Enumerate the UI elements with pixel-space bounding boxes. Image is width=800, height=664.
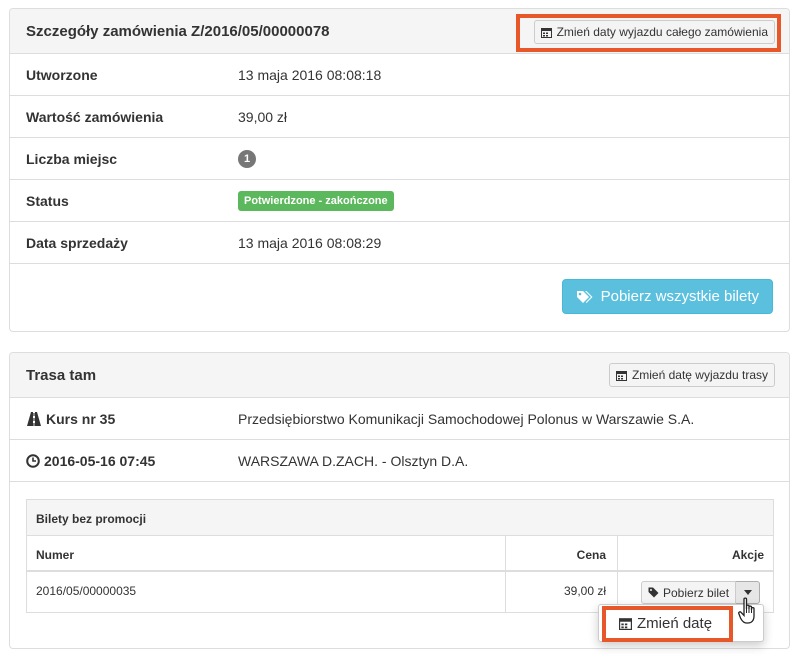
row-seats: Liczba miejsc 1 [10, 138, 789, 180]
seats-badge: 1 [238, 150, 256, 168]
change-route-date-label: Zmień datę wyjazdu trasy [631, 368, 768, 382]
column-number: Numer [36, 548, 75, 562]
status-label: Status [26, 192, 69, 209]
created-value: 13 maja 2016 08:08:18 [238, 66, 382, 83]
row-order-value: Wartość zamówienia 39,00 zł [10, 96, 789, 138]
download-all-tickets-label: Pobierz wszystkie bilety [600, 288, 759, 305]
row-created: Utworzone 13 maja 2016 08:08:18 [10, 54, 789, 96]
download-ticket-label: Pobierz bilet [663, 585, 730, 600]
hand-pointer-icon [738, 597, 760, 628]
ticket-price: 39,00 zł [563, 584, 606, 598]
tickets-table-header: Numer Cena Akcje [27, 536, 773, 572]
course-label: Kurs nr 35 [46, 411, 116, 427]
change-date-label: Zmień datę [637, 615, 713, 632]
seats-label: Liczba miejsc [26, 150, 118, 167]
ticket-number: 2016/05/00000035 [36, 584, 137, 598]
road-icon [27, 412, 41, 426]
datetime-row: 2016-05-16 07:45 WARSZAWA D.ZACH. - Olsz… [10, 440, 789, 482]
course-row: Kurs nr 35 Przedsiębiorstwo Komunikacji … [10, 398, 789, 440]
datetime-label: 2016-05-16 07:45 [44, 453, 156, 469]
tickets-panel: Bilety bez promocji Numer Cena Akcje 201… [26, 499, 774, 613]
sale-date-value: 13 maja 2016 08:08:29 [238, 234, 382, 251]
order-details-heading: Szczegóły zamówienia Z/2016/05/00000078 … [10, 9, 789, 54]
order-footer: Pobierz wszystkie bilety [10, 264, 789, 331]
change-all-dates-label: Zmień daty wyjazdu całego zamówienia [556, 25, 768, 39]
tickets-heading: Bilety bez promocji [27, 500, 773, 536]
route-heading: Trasa tam Zmień datę wyjazdu trasy [10, 353, 789, 398]
column-price: Cena [576, 548, 606, 562]
change-date-menu-item[interactable]: Zmień datę [619, 615, 712, 632]
sale-date-label: Data sprzedaży [26, 234, 128, 251]
caret-down-icon [743, 590, 752, 595]
download-all-tickets-button[interactable]: Pobierz wszystkie bilety [561, 279, 773, 314]
created-label: Utworzone [26, 66, 98, 83]
order-value-value: 39,00 zł [238, 108, 288, 125]
change-all-dates-button[interactable]: Zmień daty wyjazdu całego zamówienia [533, 20, 775, 44]
tag-icon [648, 587, 659, 598]
order-value-label: Wartość zamówienia [26, 108, 164, 125]
status-badge: Potwierdzone - zakończone [238, 190, 394, 211]
download-ticket-button[interactable]: Pobierz bilet [641, 581, 737, 604]
calendar-icon [540, 27, 552, 38]
change-route-date-button[interactable]: Zmień datę wyjazdu trasy [608, 363, 775, 387]
row-status: Status Potwierdzone - zakończone [10, 180, 789, 222]
clock-icon [26, 454, 40, 468]
calendar-icon [619, 618, 632, 630]
route-title: Trasa tam [26, 367, 97, 384]
course-value: Przedsiębiorstwo Komunikacji Samochodowe… [238, 411, 695, 427]
order-details-panel: Szczegóły zamówienia Z/2016/05/00000078 … [9, 8, 790, 332]
order-details-title: Szczegóły zamówienia Z/2016/05/00000078 [26, 23, 330, 40]
tags-icon [576, 290, 593, 303]
row-sale-date: Data sprzedaży 13 maja 2016 08:08:29 [10, 222, 789, 264]
datetime-value: WARSZAWA D.ZACH. - Olsztyn D.A. [238, 453, 469, 469]
calendar-icon [615, 370, 627, 381]
tickets-heading-text: Bilety bez promocji [36, 512, 147, 526]
column-actions: Akcje [731, 548, 764, 562]
